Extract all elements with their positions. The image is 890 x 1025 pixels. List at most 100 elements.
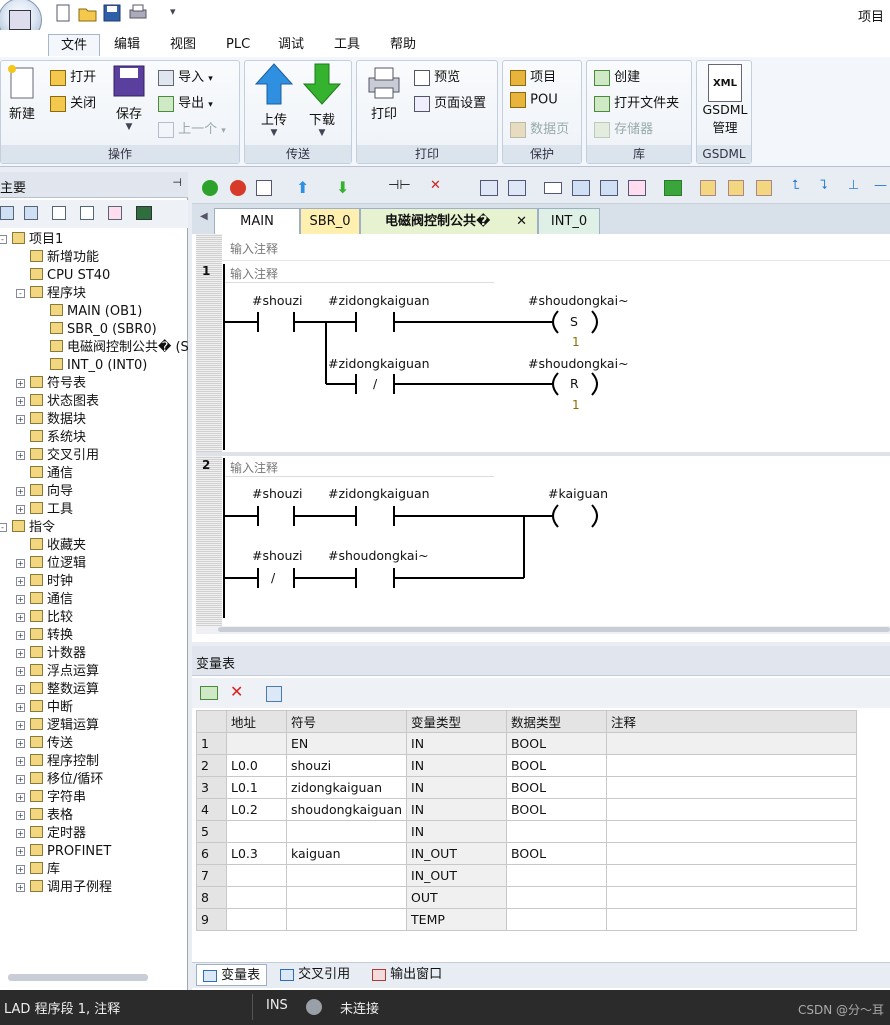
- data-type-cell[interactable]: BOOL: [506, 776, 608, 799]
- data-type-cell[interactable]: BOOL: [506, 798, 608, 821]
- open-button[interactable]: 打开: [50, 66, 96, 86]
- library-memory-button[interactable]: 存储器: [594, 118, 653, 138]
- expand-icon[interactable]: +: [16, 577, 25, 586]
- row-index-cell[interactable]: 4: [196, 798, 227, 821]
- tree-item[interactable]: + 时钟: [16, 573, 73, 591]
- tree-item[interactable]: INT_0 (INT0): [36, 357, 147, 375]
- run-icon[interactable]: [202, 180, 218, 196]
- data-block-icon[interactable]: [80, 206, 94, 220]
- enter-icon[interactable]: [664, 180, 682, 196]
- expand-icon[interactable]: +: [16, 865, 25, 874]
- expand-icon[interactable]: +: [16, 847, 25, 856]
- contact-label[interactable]: #zidongkaiguan: [328, 293, 430, 308]
- variable-type-cell[interactable]: IN: [406, 820, 508, 843]
- contact-label[interactable]: #shoudongkai~: [328, 548, 429, 563]
- tree-item[interactable]: - 指令: [0, 519, 55, 537]
- new-file-icon[interactable]: [54, 4, 74, 22]
- tab-output-window[interactable]: 输出窗口: [366, 964, 448, 986]
- row-index-cell[interactable]: 9: [196, 908, 227, 931]
- tree-item[interactable]: + 符号表: [16, 375, 86, 393]
- clear-icon[interactable]: [628, 180, 646, 196]
- open-folder-icon[interactable]: [78, 4, 98, 22]
- variable-type-cell[interactable]: IN: [406, 798, 508, 821]
- comment-cell[interactable]: [606, 864, 858, 887]
- contact-label[interactable]: #shouzi: [252, 293, 303, 308]
- download-button[interactable]: 下载 ▼: [300, 62, 344, 138]
- tree-item[interactable]: + 表格: [16, 807, 73, 825]
- export-button[interactable]: 导出 ▾: [158, 92, 213, 112]
- tab-edit[interactable]: 编辑: [104, 34, 150, 56]
- delete-icon[interactable]: ✕: [430, 178, 441, 193]
- table-row[interactable]: 5 IN: [196, 820, 858, 843]
- preview-button[interactable]: 预览: [414, 66, 460, 86]
- collapse-icon[interactable]: -: [16, 289, 25, 298]
- variable-type-cell[interactable]: IN: [406, 754, 508, 777]
- tree-item[interactable]: + 数据块: [16, 411, 86, 429]
- symbol-cell[interactable]: shouzi: [285, 754, 408, 777]
- tree-item[interactable]: + 程序控制: [16, 753, 99, 771]
- symbol-cell[interactable]: zidongkaiguan: [285, 776, 408, 799]
- row-index-cell[interactable]: 3: [196, 776, 227, 799]
- tab-tools[interactable]: 工具: [324, 34, 370, 56]
- tree-item[interactable]: + 定时器: [16, 825, 86, 843]
- protect-pou-button[interactable]: POU: [510, 92, 558, 108]
- collapse-icon[interactable]: -: [0, 235, 7, 244]
- tree-item[interactable]: + 浮点运算: [16, 663, 99, 681]
- import-button[interactable]: 导入 ▾: [158, 66, 213, 86]
- upload-small-icon[interactable]: ⬆: [296, 178, 309, 197]
- expand-icon[interactable]: +: [16, 793, 25, 802]
- tree-item[interactable]: + 字符串: [16, 789, 86, 807]
- coil-label[interactable]: #shoudongkai~: [528, 293, 629, 308]
- expand-icon[interactable]: +: [16, 829, 25, 838]
- address-cell[interactable]: L0.0: [226, 754, 287, 777]
- table-row[interactable]: 2 L0.0 shouzi IN BOOL: [196, 754, 858, 777]
- tab-main[interactable]: MAIN: [214, 208, 300, 234]
- symbol-table-icon[interactable]: [24, 206, 38, 220]
- network-icon[interactable]: [480, 180, 498, 196]
- comment-cell[interactable]: [606, 886, 858, 909]
- tree-item[interactable]: + 向导: [16, 483, 73, 501]
- insert-contact-icon[interactable]: ⊣⊢: [388, 178, 411, 193]
- coil-label[interactable]: #shoudongkai~: [528, 356, 629, 371]
- address-cell[interactable]: L0.3: [226, 842, 287, 865]
- tab-close-icon[interactable]: ✕: [516, 209, 527, 235]
- variable-type-cell[interactable]: OUT: [406, 886, 508, 909]
- tree-item[interactable]: + PROFINET: [16, 843, 111, 861]
- expand-icon[interactable]: +: [16, 451, 25, 460]
- symbol-cell[interactable]: [285, 820, 408, 843]
- tree-item[interactable]: + 中断: [16, 699, 73, 717]
- view-icon[interactable]: [0, 206, 14, 220]
- tree-item[interactable]: CPU ST40: [16, 267, 110, 285]
- row-index-cell[interactable]: 6: [196, 842, 227, 865]
- stop-icon[interactable]: [230, 180, 246, 196]
- comment-cell[interactable]: [606, 820, 858, 843]
- tab-sbr0[interactable]: SBR_0: [300, 208, 360, 234]
- expand-icon[interactable]: +: [16, 721, 25, 730]
- address-cell[interactable]: [226, 864, 287, 887]
- expand-icon[interactable]: +: [16, 631, 25, 640]
- data-type-cell[interactable]: BOOL: [506, 732, 608, 755]
- variable-type-cell[interactable]: IN: [406, 776, 508, 799]
- jump-right-icon[interactable]: [600, 180, 618, 196]
- symbol-cell[interactable]: kaiguan: [285, 842, 408, 865]
- tab-plc[interactable]: PLC: [216, 34, 260, 56]
- tree-item[interactable]: MAIN (OB1): [36, 303, 142, 321]
- tree-item[interactable]: + 移位/循环: [16, 771, 103, 789]
- system-block-icon[interactable]: [108, 206, 122, 220]
- address-cell[interactable]: L0.2: [226, 798, 287, 821]
- column-address[interactable]: 地址: [226, 710, 287, 733]
- open-library-folder-button[interactable]: 打开文件夹: [594, 92, 679, 112]
- row-index-cell[interactable]: 1: [196, 732, 227, 755]
- row-index-cell[interactable]: 8: [196, 886, 227, 909]
- tree-item[interactable]: + 调用子例程: [16, 879, 112, 897]
- table-row[interactable]: 6 L0.3 kaiguan IN_OUT BOOL: [196, 842, 858, 865]
- symbol-cell[interactable]: [285, 908, 408, 931]
- tree-item[interactable]: - 项目1: [0, 231, 63, 249]
- network-2-icon[interactable]: [508, 180, 526, 196]
- new-button[interactable]: 新建: [4, 64, 40, 134]
- comment-cell[interactable]: [606, 754, 858, 777]
- expand-icon[interactable]: +: [16, 883, 25, 892]
- coil-parameter[interactable]: 1: [572, 398, 580, 412]
- compile-icon[interactable]: [256, 180, 272, 196]
- quick-access-dropdown-icon[interactable]: ▾: [170, 5, 176, 18]
